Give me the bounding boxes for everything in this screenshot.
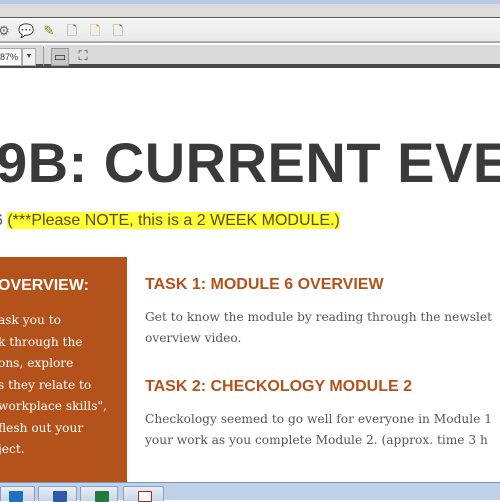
menu-bar [0, 4, 500, 18]
task-1-text: Get to know the module by reading throug… [145, 307, 492, 349]
gear-icon[interactable]: ⚙ [0, 23, 12, 39]
task-2-text: Checkology seemed to go well for everyon… [145, 409, 492, 451]
overview-box: OVERVIEW: ask you to k through the ons, … [0, 257, 127, 482]
text-line: Checkology seemed to go well for everyon… [145, 412, 492, 426]
file-export-icon[interactable]: 🗋 [87, 23, 103, 39]
text-line: flesh out your [0, 420, 84, 435]
text-line: ons, explore [0, 356, 74, 370]
taskbar [0, 482, 500, 502]
zoom-input[interactable]: 87% [0, 48, 22, 66]
toolbar-divider [43, 47, 44, 66]
text-line: ject. [0, 442, 25, 456]
text-line: workplace skills", [0, 399, 107, 413]
page-title: 9B: CURRENT EVE [0, 131, 500, 194]
word-icon [53, 491, 67, 502]
text-line: ask you to [0, 313, 61, 327]
text-line: s they relate to [0, 377, 92, 392]
taskbar-excel-button[interactable] [80, 486, 118, 502]
overview-heading: OVERVIEW: [0, 277, 89, 294]
task-1-heading: TASK 1: MODULE 6 OVERVIEW [145, 276, 384, 293]
text-line: your work as you complete Module 2. (app… [145, 433, 488, 447]
zoom-dropdown-button[interactable]: ▼ [22, 48, 36, 66]
text-line: k through the [0, 334, 83, 349]
text-line: Get to know the module by reading throug… [145, 310, 493, 324]
toolbar-primary: ⚙ 💬 ✎ 🗋 🗋 🗋 [0, 19, 500, 43]
excel-icon [95, 491, 109, 502]
taskbar-acrobat-button[interactable] [123, 486, 164, 502]
acrobat-icon [138, 491, 152, 502]
outlook-icon [9, 491, 23, 502]
text-line: overview video. [145, 331, 242, 345]
highlighted-note: (***Please NOTE, this is a 2 WEEK MODULE… [7, 212, 340, 229]
fit-width-icon[interactable]: ⛶ [75, 48, 91, 64]
fit-page-icon[interactable]: ▭ [51, 48, 69, 66]
file-icon[interactable]: 🗋 [64, 23, 80, 39]
overview-text: ask you to k through the ons, explore s … [0, 310, 138, 461]
taskbar-word-button[interactable] [38, 486, 77, 502]
highlight-icon[interactable]: ✎ [41, 23, 57, 39]
toolbar-secondary: 87% ▼ ▭ ⛶ [0, 45, 500, 68]
document-page: 9B: CURRENT EVE 6 (***Please NOTE, this … [0, 72, 500, 482]
page-subtitle: 6 (***Please NOTE, this is a 2 WEEK MODU… [0, 212, 340, 230]
task-2-heading: TASK 2: CHECKOLOGY MODULE 2 [145, 378, 412, 395]
comment-icon[interactable]: 💬 [18, 23, 34, 39]
taskbar-outlook-button[interactable] [0, 486, 35, 502]
file-download-icon[interactable]: 🗋 [110, 23, 126, 39]
